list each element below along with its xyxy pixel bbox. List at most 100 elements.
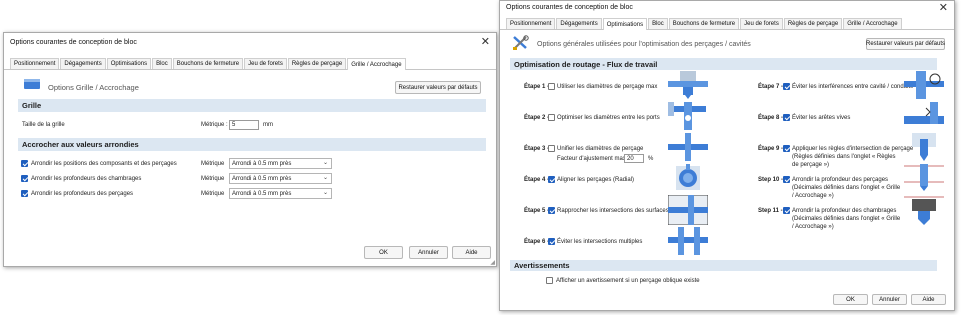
tab-positionnement[interactable]: Positionnement <box>10 58 60 69</box>
tab-degagements[interactable]: Dégagements <box>60 58 106 69</box>
snap-positions-checkbox[interactable] <box>21 160 28 167</box>
grid-unit: mm <box>263 122 273 128</box>
step11-checkbox[interactable] <box>783 207 790 214</box>
step6-label: Étape 6 - <box>524 239 550 245</box>
step8-checkbox[interactable] <box>783 114 790 121</box>
step4-checkbox[interactable] <box>548 176 555 183</box>
close-icon[interactable]: ✕ <box>481 36 490 48</box>
grid-block-icon <box>24 79 40 89</box>
title-bar: Options courantes de conception de bloc … <box>4 33 496 51</box>
tab-optimisations[interactable]: Optimisations <box>106 58 152 69</box>
snap-percages-checkbox[interactable] <box>21 190 28 197</box>
step7-label: Étape 7 - <box>758 84 784 90</box>
step11-label: Step 11 - <box>758 208 783 214</box>
tab-jeu-forets[interactable]: Jeu de forets <box>740 18 783 29</box>
tab-bouchons[interactable]: Bouchons de fermeture <box>172 58 244 69</box>
grid-size-value: 5 <box>232 122 236 128</box>
tab-grille-accrochage[interactable]: Grille / Accrochage <box>843 18 902 29</box>
restore-defaults-button[interactable]: Restaurer valeurs par défauts <box>866 38 945 50</box>
snap-chambrages-checkbox[interactable] <box>21 175 28 182</box>
sharp-edge-icon <box>904 102 944 124</box>
step5-checkbox[interactable] <box>548 207 555 214</box>
dialog-title: Options courantes de conception de bloc <box>506 4 633 11</box>
step2-text: Optimiser les diamètres entre les ports <box>557 115 660 121</box>
step1-checkbox[interactable] <box>548 83 555 90</box>
help-button[interactable]: Aide <box>452 246 491 259</box>
step10-checkbox[interactable] <box>783 176 790 183</box>
grid-size-input[interactable]: 5 <box>229 120 259 130</box>
cancel-button[interactable]: Annuler <box>872 294 907 305</box>
multi-intersection-icon <box>668 227 708 255</box>
snap-chambrages-value: Arrondi à 0.5 mm près <box>232 175 292 182</box>
tab-bloc[interactable]: Bloc <box>648 18 668 29</box>
step9-sub: (Règles définies dans l'onglet « Règles … <box>792 154 896 168</box>
factor-unit: % <box>648 156 654 162</box>
tab-bouchons[interactable]: Bouchons de fermeture <box>668 18 740 29</box>
snap-positions-metric: Métrique <box>201 161 225 167</box>
surface-intersection-icon <box>668 195 708 225</box>
oblique-warning-label: Afficher un avertissement si un perçage … <box>556 278 700 284</box>
title-bar: Options courantes de conception de bloc … <box>500 1 954 19</box>
tab-degagements[interactable]: Dégagements <box>556 18 602 29</box>
panel-header-label: Options générales utilisées pour l'optim… <box>537 41 751 48</box>
snap-percages-value: Arrondi à 0.5 mm près <box>232 190 292 197</box>
tab-regles-percage[interactable]: Règles de perçage <box>783 18 843 29</box>
unify-diameter-icon <box>668 133 708 161</box>
snap-chambrages-select[interactable]: Arrondi à 0.5 mm près ⌄ <box>229 173 332 184</box>
drill-depth-icon <box>904 164 944 191</box>
grid-size-label: Taille de la grille <box>22 122 65 128</box>
resize-grip-icon[interactable]: ◢ <box>490 259 495 266</box>
tab-positionnement[interactable]: Positionnement <box>506 18 556 29</box>
help-button[interactable]: Aide <box>911 294 946 305</box>
tab-jeu-forets[interactable]: Jeu de forets <box>244 58 287 69</box>
tab-bar: Positionnement Dégagements Optimisations… <box>500 18 954 30</box>
ok-button[interactable]: OK <box>364 246 403 259</box>
step11-text: Arrondir la profondeur des chambrages <box>792 208 897 214</box>
dialog-optimisations: Options courantes de conception de bloc … <box>499 0 955 311</box>
close-icon[interactable]: ✕ <box>939 2 948 14</box>
step10-sub: (Décimales définies dans l'onglet « Gril… <box>792 185 901 199</box>
tab-regles-percage[interactable]: Règles de perçage <box>287 58 347 69</box>
cancel-button[interactable]: Annuler <box>409 246 448 259</box>
step9-checkbox[interactable] <box>783 145 790 152</box>
step5-text: Rapprocher les intersections des surface… <box>557 208 669 214</box>
tab-bloc[interactable]: Bloc <box>152 58 172 69</box>
optimisation-tools-icon <box>513 35 529 50</box>
factor-input[interactable]: 20 <box>624 154 644 163</box>
step7-text: Éviter les interférences entre cavité / … <box>792 84 914 90</box>
chevron-down-icon: ⌄ <box>322 190 328 196</box>
restore-defaults-button[interactable]: Restaurer valeurs par défauts <box>395 81 481 94</box>
step2-label: Étape 2 - <box>524 115 550 121</box>
oblique-warning-checkbox[interactable] <box>546 277 553 284</box>
step7-checkbox[interactable] <box>783 83 790 90</box>
cavity-interference-icon <box>904 71 944 99</box>
tab-bar: Positionnement Dégagements Optimisations… <box>4 58 496 70</box>
intersection-rules-icon <box>912 133 936 161</box>
tab-optimisations[interactable]: Optimisations <box>602 18 648 30</box>
step5-label: Étape 5 - <box>524 208 550 214</box>
step6-checkbox[interactable] <box>548 238 555 245</box>
snap-chambrages-label: Arrondir les profondeurs des chambrages <box>31 176 142 182</box>
snap-percages-select[interactable]: Arrondi à 0.5 mm près ⌄ <box>229 188 332 199</box>
step2-checkbox[interactable] <box>548 114 555 121</box>
snap-chambrages-metric: Métrique <box>201 176 225 182</box>
step4-label: Étape 4 - <box>524 177 550 183</box>
tab-grille-accrochage[interactable]: Grille / Accrochage <box>347 58 406 70</box>
step1-label: Étape 1 - <box>524 84 550 90</box>
port-diameter-icon <box>668 102 706 130</box>
section-grille: Grille <box>18 99 486 112</box>
step3-label: Étape 3 - <box>524 146 550 152</box>
step10-label: Step 10 - <box>758 177 784 183</box>
step9-text: Appliquer les règles d'intersection de p… <box>792 146 914 152</box>
snap-percages-label: Arrondir les profondeurs des perçages <box>31 191 134 197</box>
step8-label: Étape 8 - <box>758 115 784 121</box>
factor-value: 20 <box>627 155 634 162</box>
ok-button[interactable]: OK <box>833 294 868 305</box>
step9-label: Étape 9 - <box>758 146 784 152</box>
drill-max-diameter-icon <box>668 71 708 99</box>
snap-percages-metric: Métrique <box>201 191 225 197</box>
snap-positions-select[interactable]: Arrondi à 0.5 mm près ⌄ <box>229 158 332 169</box>
radial-align-icon <box>676 164 700 190</box>
counterbore-depth-icon <box>904 196 944 225</box>
step3-checkbox[interactable] <box>548 145 555 152</box>
